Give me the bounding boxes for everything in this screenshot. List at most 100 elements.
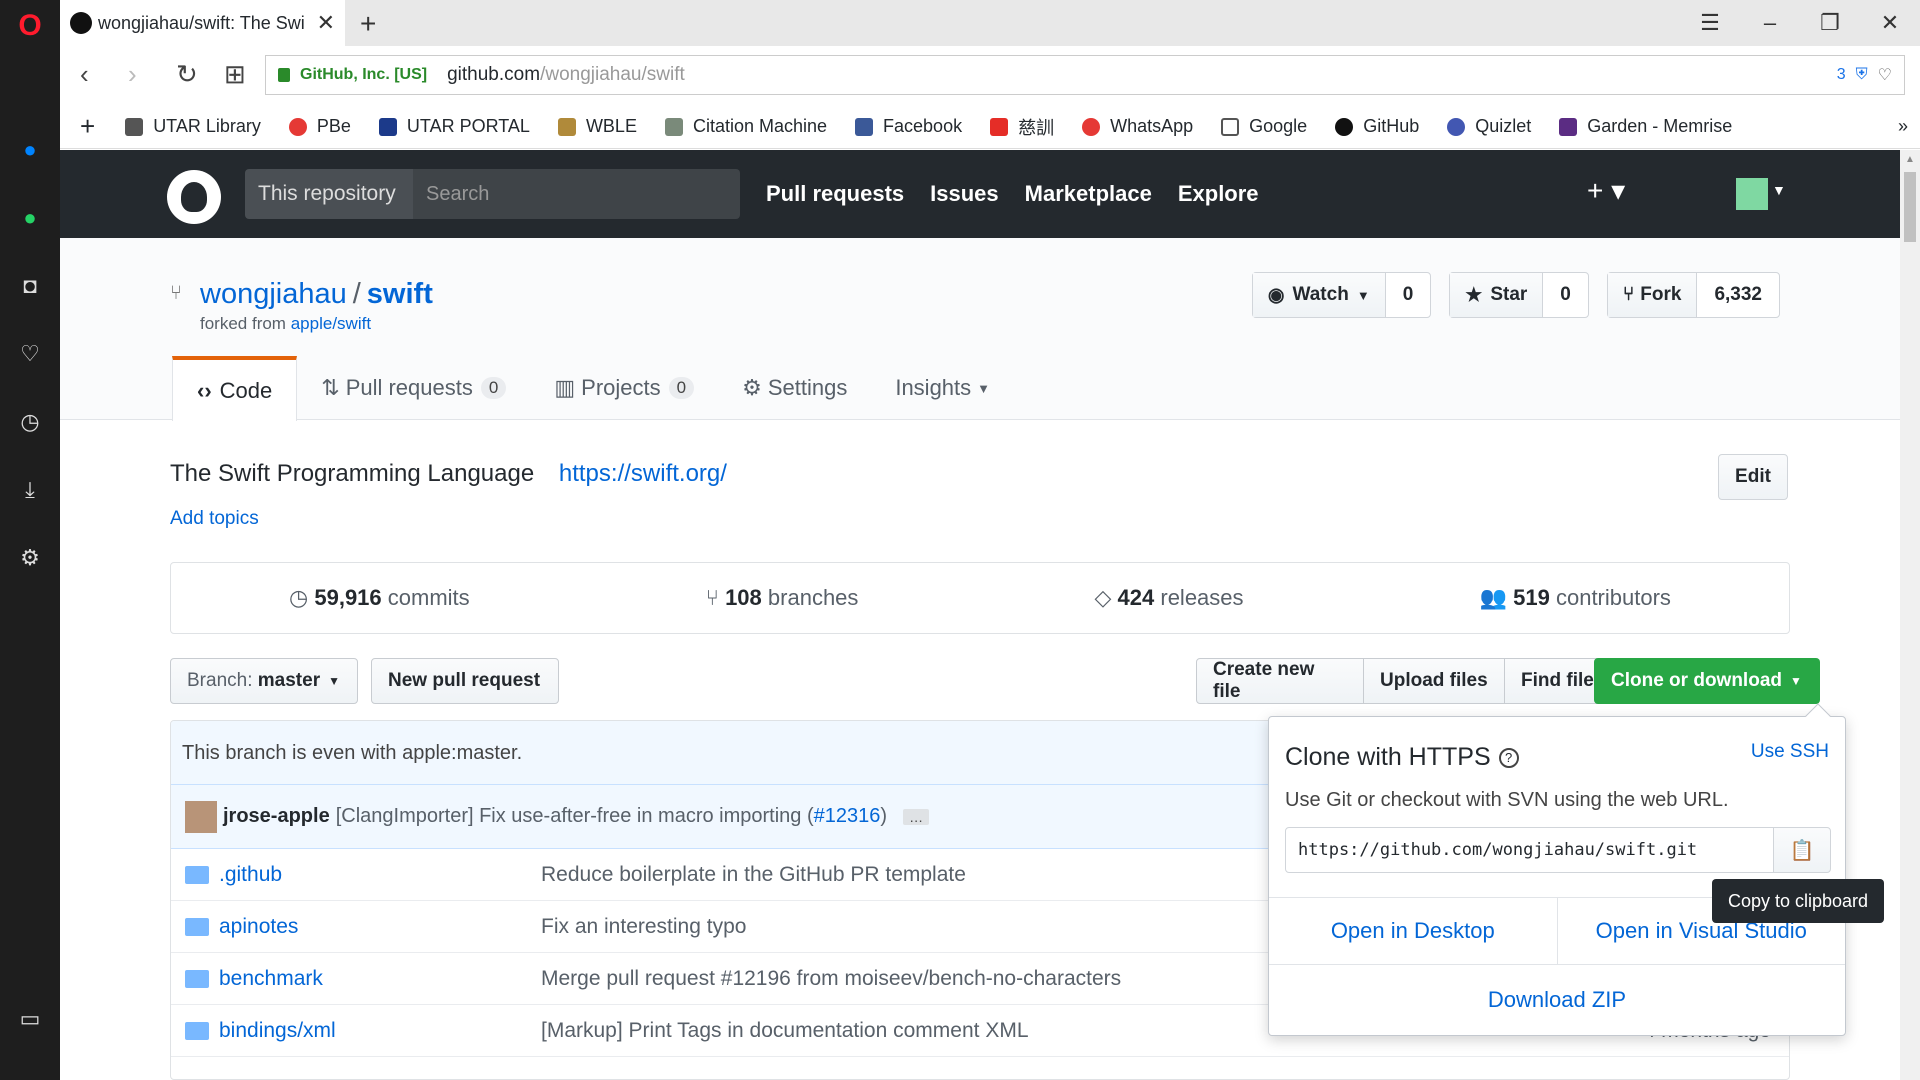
- shield-icon[interactable]: ⛨: [1856, 66, 1868, 84]
- close-tab-icon[interactable]: ✕: [317, 10, 335, 36]
- nav-issues[interactable]: Issues: [930, 169, 999, 219]
- url-path: /wongjiahau/swift: [540, 64, 685, 85]
- nav-explore[interactable]: Explore: [1178, 169, 1259, 219]
- create-new-file-button[interactable]: Create new file: [1196, 658, 1364, 704]
- tab-insights[interactable]: Insights ▼: [871, 356, 1014, 420]
- close-window-icon[interactable]: ✕: [1860, 0, 1920, 46]
- download-icon[interactable]: ⤓: [14, 474, 46, 506]
- bookmark-heart-icon[interactable]: ♡: [1878, 65, 1892, 85]
- repo-owner-link[interactable]: wongjiahau: [200, 278, 347, 310]
- folder-icon: [185, 917, 209, 936]
- chevron-down-icon[interactable]: ▼: [1772, 182, 1786, 198]
- file-name-link[interactable]: benchmark: [219, 967, 541, 991]
- scrollbar-thumb[interactable]: [1904, 172, 1916, 242]
- clone-or-download-button[interactable]: Clone or download ▼: [1594, 658, 1820, 704]
- contributors-link[interactable]: 👥 519 contributors: [1480, 585, 1671, 611]
- download-zip-button[interactable]: Download ZIP: [1269, 965, 1845, 1035]
- url-field[interactable]: GitHub, Inc. [US] github.com/wongjiahau/…: [265, 55, 1905, 95]
- new-tab-icon[interactable]: +: [360, 8, 376, 40]
- tab-code[interactable]: ‹› Code: [172, 356, 298, 421]
- create-new-icon[interactable]: + ▾: [1587, 174, 1625, 207]
- nav-pull-requests[interactable]: Pull requests: [766, 169, 904, 219]
- restore-icon[interactable]: ❐: [1800, 0, 1860, 46]
- more-bookmarks-icon[interactable]: »: [1898, 116, 1908, 137]
- watch-count[interactable]: 0: [1386, 273, 1431, 317]
- scrollbar[interactable]: ▲: [1900, 150, 1920, 1080]
- add-topics-link[interactable]: Add topics: [170, 508, 259, 530]
- fork-button[interactable]: ⑂ Fork: [1607, 273, 1698, 317]
- new-pull-request-button[interactable]: New pull request: [371, 658, 559, 704]
- bookmark-item[interactable]: UTAR PORTAL: [378, 116, 530, 137]
- use-ssh-link[interactable]: Use SSH: [1751, 741, 1829, 763]
- settings-icon[interactable]: ⚙: [14, 542, 46, 574]
- copy-clipboard-button[interactable]: 📋: [1773, 827, 1831, 873]
- bookmark-item[interactable]: Quizlet: [1447, 116, 1531, 137]
- memrise-icon: [1559, 117, 1578, 136]
- commit-message[interactable]: [ClangImporter] Fix use-after-free in ma…: [336, 805, 887, 828]
- adblock-count[interactable]: 3: [1837, 66, 1846, 84]
- releases-link[interactable]: ◇ 424 releases: [1094, 585, 1243, 611]
- bookmark-item[interactable]: Citation Machine: [664, 116, 827, 137]
- heart-icon[interactable]: ♡: [14, 338, 46, 370]
- bookmark-item[interactable]: Garden - Memrise: [1559, 116, 1732, 137]
- watch-button[interactable]: ◉ Watch ▼: [1252, 273, 1386, 317]
- file-name-link[interactable]: .github: [219, 863, 541, 887]
- tab-settings[interactable]: ⚙ Settings: [718, 356, 871, 420]
- tab-label: Settings: [767, 375, 848, 400]
- tab-pull-requests[interactable]: ⇅ Pull requests 0: [297, 356, 530, 420]
- bookmark-item[interactable]: Google: [1221, 116, 1307, 137]
- branches-link[interactable]: ⑂ 108 branches: [706, 585, 859, 611]
- website-link[interactable]: https://swift.org/: [559, 460, 727, 487]
- opera-logo-icon[interactable]: O: [14, 9, 46, 42]
- avatar[interactable]: [1736, 178, 1768, 210]
- upload-files-button[interactable]: Upload files: [1363, 658, 1505, 704]
- minimize-icon[interactable]: –: [1740, 0, 1800, 46]
- clone-url-input[interactable]: https://github.com/wongjiahau/swift.git: [1285, 827, 1785, 873]
- reload-icon[interactable]: ↻: [176, 59, 224, 90]
- nav-marketplace[interactable]: Marketplace: [1025, 169, 1152, 219]
- path-separator: /: [352, 278, 361, 310]
- expand-commit-button[interactable]: …: [903, 808, 930, 825]
- messenger-icon[interactable]: ●: [14, 134, 46, 166]
- commits-link[interactable]: ◷ 59,916 commits: [289, 585, 470, 611]
- bookmark-item[interactable]: 慈訓: [990, 114, 1054, 140]
- branch-select-button[interactable]: Branch: master ▼: [170, 658, 358, 704]
- bookmark-item[interactable]: WhatsApp: [1082, 116, 1193, 137]
- whatsapp-icon[interactable]: ●: [14, 202, 46, 234]
- bookmark-item[interactable]: GitHub: [1335, 116, 1419, 137]
- bookmark-item[interactable]: PBe: [288, 116, 351, 137]
- bookmark-item[interactable]: WBLE: [557, 116, 637, 137]
- repo-name-link[interactable]: swift: [367, 278, 433, 310]
- sidebar-toggle-icon[interactable]: ▭: [14, 1003, 46, 1035]
- avatar[interactable]: [185, 800, 217, 833]
- camera-icon[interactable]: ◘: [14, 270, 46, 302]
- description-text: The Swift Programming Language: [170, 460, 535, 487]
- edit-button[interactable]: Edit: [1718, 454, 1788, 500]
- search-scope[interactable]: This repository: [245, 169, 413, 219]
- file-name-link[interactable]: bindings/xml: [219, 1019, 541, 1043]
- search-input[interactable]: Search: [413, 169, 740, 219]
- browser-tab[interactable]: wongjiahau/swift: The Swi ✕: [60, 0, 345, 46]
- add-bookmark-icon[interactable]: +: [80, 111, 95, 142]
- fork-label: Fork: [1640, 284, 1682, 305]
- forked-from-link[interactable]: apple/swift: [291, 314, 371, 333]
- star-count[interactable]: 0: [1543, 273, 1588, 317]
- commit-author[interactable]: jrose-apple: [223, 805, 330, 828]
- file-name-link[interactable]: apinotes: [219, 915, 541, 939]
- forked-from: forked from apple/swift: [200, 314, 371, 334]
- url-actions: 3 ⛨ ♡: [1837, 65, 1892, 85]
- pr-link[interactable]: #12316: [814, 805, 881, 827]
- question-icon[interactable]: ?: [1498, 748, 1519, 769]
- star-button[interactable]: ★ Star: [1450, 273, 1544, 317]
- tab-menu-icon[interactable]: ☰: [1680, 0, 1740, 46]
- bookmark-item[interactable]: UTAR Library: [125, 116, 261, 137]
- history-icon[interactable]: ◷: [14, 406, 46, 438]
- github-logo-icon[interactable]: [167, 170, 221, 224]
- tab-projects[interactable]: ▥ Projects 0: [530, 356, 718, 420]
- forward-icon[interactable]: ›: [128, 59, 176, 90]
- fork-count[interactable]: 6,332: [1697, 273, 1779, 317]
- back-icon[interactable]: ‹: [80, 59, 128, 90]
- open-in-desktop-button[interactable]: Open in Desktop: [1269, 898, 1558, 964]
- scroll-up-icon[interactable]: ▲: [1905, 154, 1915, 165]
- bookmark-item[interactable]: Facebook: [855, 116, 962, 137]
